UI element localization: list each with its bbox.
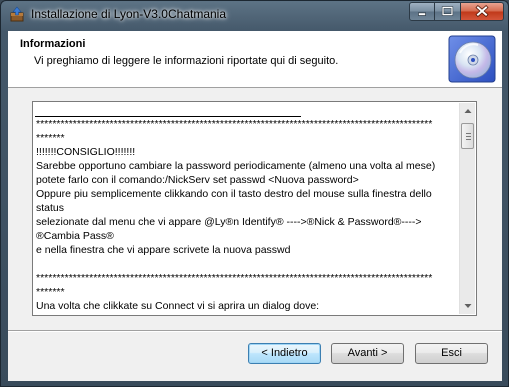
- close-icon: [475, 4, 489, 18]
- scrollbar-thumb[interactable]: [461, 123, 474, 149]
- wizard-header: Informazioni Vi preghiamo di leggere le …: [8, 31, 502, 88]
- text-line-6: Oppure piu semplicemente clikkando con i…: [36, 188, 432, 200]
- page-title: Informazioni: [20, 38, 86, 50]
- window-title: Installazione di Lyon-V3.0Chatmania: [31, 7, 227, 21]
- text-line-7: status: [36, 202, 65, 214]
- grip-line: [466, 139, 471, 140]
- text-line-9: ®Cambia Pass®: [36, 230, 114, 242]
- grip-line: [466, 133, 471, 134]
- text-line-8: selezionate dal menu che vi appare @Ly®n…: [36, 216, 422, 228]
- text-line-12: ****************************************…: [36, 272, 433, 284]
- close-button[interactable]: [461, 2, 504, 21]
- installer-window: Installazione di Lyon-V3.0Chatmania Info…: [0, 0, 509, 387]
- cancel-button[interactable]: Esci: [415, 343, 488, 364]
- maximize-icon: [441, 6, 454, 16]
- caption-buttons: [409, 2, 504, 21]
- title-bar[interactable]: Installazione di Lyon-V3.0Chatmania: [1, 1, 508, 27]
- maximize-button[interactable]: [435, 2, 461, 21]
- minimize-icon: [418, 12, 426, 16]
- text-line-10: e nella finestra che vi appare scrivete …: [36, 244, 291, 256]
- scroll-down-arrow-icon[interactable]: [460, 298, 476, 314]
- wizard-client-area: Informazioni Vi preghiamo di leggere le …: [8, 31, 502, 381]
- footer-divider: [8, 330, 502, 332]
- text-line-1: ****************************************…: [36, 118, 433, 130]
- text-line-3: !!!!!!!CONSIGLIO!!!!!!!: [36, 146, 136, 158]
- info-text-content: ****************************************…: [35, 104, 459, 313]
- vertical-scrollbar[interactable]: [459, 103, 475, 314]
- installer-icon: [10, 6, 24, 22]
- text-line-14: Una volta che clikkate su Connect vi si …: [36, 300, 320, 312]
- text-line-4: Sarebbe opportuno cambiare la password p…: [36, 160, 436, 172]
- page-subtitle: Vi preghiamo di leggere le informazioni …: [34, 55, 339, 67]
- grip-line: [466, 136, 471, 137]
- next-button[interactable]: Avanti >: [331, 343, 404, 364]
- text-line-11: [35, 257, 459, 271]
- text-line-0: [35, 104, 301, 117]
- text-line-5: potete farlo con il comando:/NickServ se…: [36, 174, 359, 186]
- scroll-up-arrow-icon[interactable]: [460, 103, 476, 119]
- cd-disc-icon: [448, 35, 496, 83]
- info-text-area[interactable]: ****************************************…: [32, 101, 477, 316]
- minimize-button[interactable]: [409, 2, 435, 21]
- text-line-13: *******: [36, 286, 65, 298]
- back-button[interactable]: < Indietro: [248, 343, 321, 364]
- text-line-2: *******: [36, 132, 65, 144]
